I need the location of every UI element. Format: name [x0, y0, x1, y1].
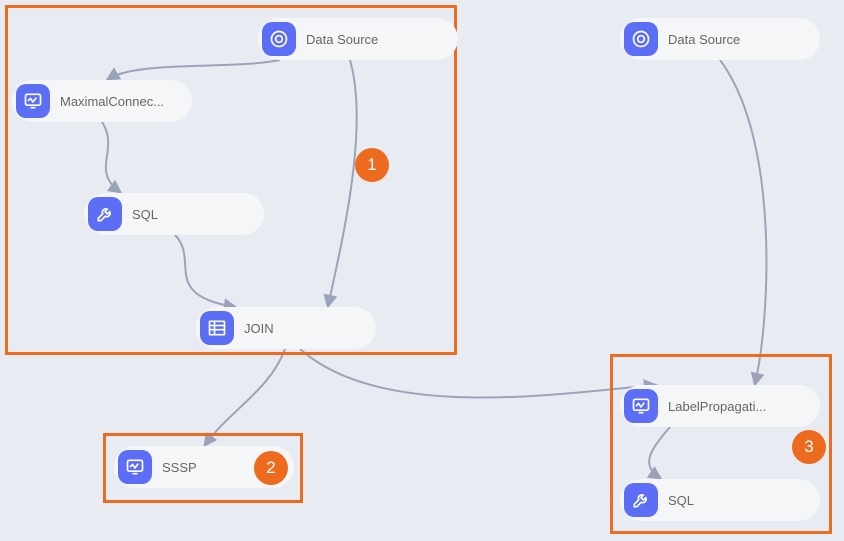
node-label: LabelPropagati...	[668, 399, 766, 414]
node-label-propagation[interactable]: LabelPropagati...	[620, 385, 820, 427]
node-label: Data Source	[306, 32, 378, 47]
node-label: SQL	[668, 493, 694, 508]
table-icon	[200, 311, 234, 345]
target-icon	[262, 22, 296, 56]
monitor-icon	[624, 389, 658, 423]
group-1-badge: 1	[355, 148, 389, 182]
node-data-source-2[interactable]: Data Source	[620, 18, 820, 60]
node-sql-1[interactable]: SQL	[84, 193, 264, 235]
node-data-source-1[interactable]: Data Source	[258, 18, 458, 60]
monitor-icon	[118, 450, 152, 484]
node-label: SSSP	[162, 460, 197, 475]
node-sql-2[interactable]: SQL	[620, 479, 820, 521]
node-label: JOIN	[244, 321, 274, 336]
workflow-canvas[interactable]: Data Source Data Source MaximalConnec...…	[0, 0, 844, 541]
node-join[interactable]: JOIN	[196, 307, 376, 349]
wrench-icon	[88, 197, 122, 231]
group-2-badge: 2	[254, 451, 288, 485]
target-icon	[624, 22, 658, 56]
node-label: Data Source	[668, 32, 740, 47]
node-label: SQL	[132, 207, 158, 222]
node-label: MaximalConnec...	[60, 94, 164, 109]
wrench-icon	[624, 483, 658, 517]
monitor-icon	[16, 84, 50, 118]
node-maximal-connected[interactable]: MaximalConnec...	[12, 80, 192, 122]
group-3-badge: 3	[792, 430, 826, 464]
